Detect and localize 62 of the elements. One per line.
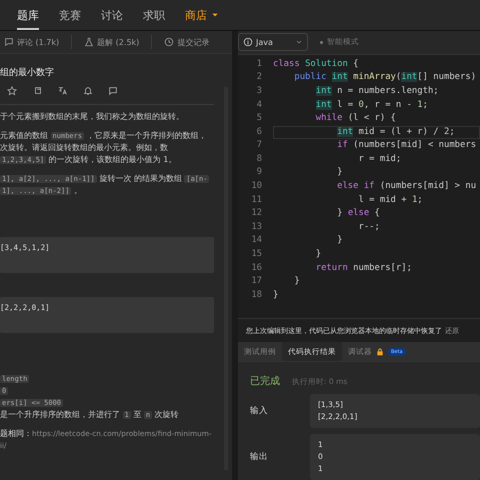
description-text: 于个元素搬到数组的末尾，我们称之为数组的旋转。 xyxy=(0,111,184,123)
panel-tab[interactable]: 提交记录 xyxy=(152,35,222,49)
code-line: } xyxy=(273,288,280,302)
code-line: r--; xyxy=(358,220,381,234)
code-line: return numbers[r]; xyxy=(314,262,413,275)
code-line: int n = numbers.length; xyxy=(314,84,440,98)
code-editor[interactable] xyxy=(238,54,480,318)
line-number: 16 xyxy=(250,262,263,275)
line-number: 3 xyxy=(256,84,263,98)
line-number: 9 xyxy=(256,166,263,180)
line-number: 1 xyxy=(256,58,263,71)
description-text: 次旋转。请返回旋转数组的最小元素。例如，数 xyxy=(0,142,168,154)
code-line: class Solution { xyxy=(273,58,360,71)
code-line: l = mid + 1; xyxy=(358,194,424,207)
code-line: } xyxy=(293,275,301,288)
line-number: 17 xyxy=(250,275,263,288)
line-number: 18 xyxy=(250,288,263,302)
result-label: 输入 xyxy=(250,404,269,417)
line-number: 14 xyxy=(250,234,263,248)
code-line: } xyxy=(336,166,344,180)
result-label: 输出 xyxy=(250,450,269,463)
language-select[interactable]: Java xyxy=(238,33,308,52)
panel-tab[interactable]: 题解 (2.5k) xyxy=(72,35,152,49)
line-number: 8 xyxy=(256,152,263,166)
result-status: 已完成 xyxy=(250,374,280,388)
problem-title: 组的最小数字 xyxy=(0,66,55,79)
note-label: 题相同： xyxy=(0,429,32,438)
code-line: public int minArray(int[] numbers) xyxy=(293,71,478,84)
copy-icon xyxy=(32,86,42,96)
panel-tab[interactable]: 评论 (1.7k) xyxy=(0,35,72,49)
code-line: } xyxy=(336,234,344,248)
line-number: 4 xyxy=(256,98,263,112)
caret-icon xyxy=(211,11,219,19)
bell-icon xyxy=(82,86,92,96)
info-icon xyxy=(243,37,253,48)
line-number: 2 xyxy=(256,71,263,84)
line-number: 13 xyxy=(250,220,263,234)
star-icon xyxy=(7,86,17,96)
translate-icon xyxy=(58,86,68,96)
line-number: 10 xyxy=(250,180,263,194)
code-line: r = mid; xyxy=(358,152,402,166)
code-line: while (l < r) { xyxy=(314,112,397,126)
line-number: 6 xyxy=(256,126,263,139)
line-number: 7 xyxy=(256,139,263,152)
nav-link[interactable]: 竞赛 xyxy=(59,0,81,30)
line-number: 11 xyxy=(250,194,263,207)
line-number: 5 xyxy=(256,112,263,126)
code-line: int mid = (l + r) / 2; xyxy=(273,126,480,140)
nav-link[interactable]: 求职 xyxy=(143,0,165,30)
code-line: } else { xyxy=(336,207,381,220)
clock-icon xyxy=(164,37,174,47)
code-line: } xyxy=(314,248,322,262)
comment-icon xyxy=(4,37,14,47)
nav-link[interactable]: 讨论 xyxy=(101,0,123,30)
line-number: 12 xyxy=(250,207,263,220)
line-number: 15 xyxy=(250,248,263,262)
flask-icon xyxy=(84,37,94,47)
code-line: else if (numbers[mid] > nu xyxy=(336,180,478,194)
code-line: if (numbers[mid] < numbers xyxy=(336,139,478,152)
code-line: int l = 0, r = n - 1; xyxy=(314,98,429,112)
nav-link[interactable]: 商店 xyxy=(185,0,219,30)
feedback-icon xyxy=(108,86,118,96)
